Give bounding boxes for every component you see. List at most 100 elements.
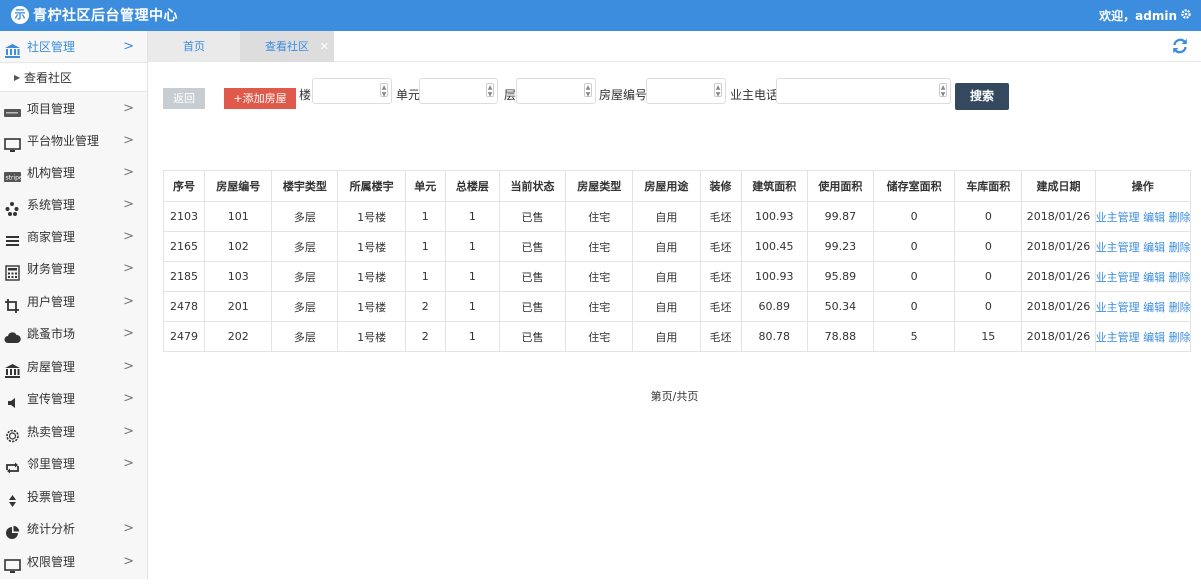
owner-manage-link[interactable]: 业主管理 <box>1096 301 1139 314</box>
table-cell: 2185 <box>162 261 206 292</box>
row-actions: 业主管理 编辑 删除 <box>1094 291 1192 322</box>
sidebar-item[interactable]: 热卖管理 > <box>0 416 147 448</box>
sidebar-item[interactable]: 统计分析 > <box>0 513 147 545</box>
desktop-icon <box>4 554 21 573</box>
welcome-user[interactable]: 欢迎，admin <box>1099 7 1177 24</box>
table-cell: 0 <box>954 231 1023 262</box>
bank-icon <box>4 359 21 378</box>
table-cell: 住宅 <box>565 291 634 322</box>
sidebar-item-label: 宣传管理 <box>27 392 76 406</box>
floor-input[interactable]: ▲ ▼ <box>516 78 596 104</box>
table-cell: 78.88 <box>806 321 874 352</box>
delete-link[interactable]: 删除 <box>1169 241 1190 254</box>
sidebar-item[interactable]: 用户管理 > <box>0 286 147 318</box>
phone-input[interactable]: ▲ ▼ <box>776 78 951 104</box>
edit-link[interactable]: 编辑 <box>1143 301 1165 314</box>
edit-link[interactable]: 编辑 <box>1143 331 1165 344</box>
retweet-icon <box>4 456 21 474</box>
delete-link[interactable]: 删除 <box>1169 331 1190 344</box>
table-cell: 202 <box>204 321 273 352</box>
sidebar-item[interactable]: 平台物业管理 > <box>0 125 147 157</box>
table-cell: 毛坯 <box>699 201 742 232</box>
sidebar-item[interactable]: 系统管理 > <box>0 189 147 221</box>
edit-link[interactable]: 编辑 <box>1143 211 1165 224</box>
tab-view-community[interactable]: 查看社区 ✕ <box>240 31 334 62</box>
sidebar-item-label: 社区管理 <box>27 40 76 54</box>
sidebar-item[interactable]: 宣传管理 > <box>0 383 147 415</box>
owner-manage-link[interactable]: 业主管理 <box>1096 241 1139 254</box>
sort-icon <box>4 489 21 507</box>
building-input[interactable]: ▲ ▼ <box>312 78 392 104</box>
sidebar-item[interactable]: 跳蚤市场 > <box>0 318 147 350</box>
tab-view-community-label: 查看社区 <box>265 40 309 53</box>
logo-icon: 示 <box>11 6 29 24</box>
table-cell: 95.89 <box>806 261 874 292</box>
sidebar-item[interactable]: 权限管理 > <box>0 546 147 578</box>
sidebar-item[interactable]: 房屋管理 > <box>0 351 147 383</box>
sidebar-subitem-view-community[interactable]: ▶ 查看社区 <box>0 62 147 92</box>
edit-link[interactable]: 编辑 <box>1143 241 1165 254</box>
sidebar: 社区管理 > ▶ 查看社区 项目管理 > 平台物业管理 > stripe 机构管理 > 系统管理 > 商家… <box>0 31 148 579</box>
chevron-right-icon: > <box>123 39 134 54</box>
sidebar-item[interactable]: 社区管理 > <box>0 31 147 63</box>
table-cell: 2018/01/26 <box>1021 201 1096 232</box>
table-cell: 2018/01/26 <box>1021 291 1096 322</box>
table-cell: 2018/01/26 <box>1021 261 1096 292</box>
sidebar-item[interactable]: 项目管理 > <box>0 93 147 125</box>
chevron-right-icon: > <box>123 521 134 536</box>
spinner-icon[interactable]: ▲ ▼ <box>584 83 592 98</box>
owner-manage-link[interactable]: 业主管理 <box>1096 271 1139 284</box>
spinner-icon[interactable]: ▲ ▼ <box>486 83 494 98</box>
owner-manage-link[interactable]: 业主管理 <box>1096 331 1139 344</box>
unit-input[interactable]: ▲ ▼ <box>419 78 498 104</box>
close-icon[interactable]: ✕ <box>320 31 329 62</box>
column-header: 总楼层 <box>444 170 500 202</box>
owner-manage-link[interactable]: 业主管理 <box>1096 211 1139 224</box>
search-button[interactable]: 搜索 <box>955 83 1009 110</box>
sidebar-item[interactable]: 投票管理 <box>0 481 147 513</box>
row-actions: 业主管理 编辑 删除 <box>1094 231 1192 262</box>
house-no-input[interactable]: ▲ ▼ <box>646 78 726 104</box>
delete-link[interactable]: 删除 <box>1169 301 1190 314</box>
gear-icon[interactable] <box>1180 8 1192 20</box>
table-row: 2103 101 多层 1号楼 1 1 已售 住宅 自用 毛坯 100.93 99.87 0 0 2018/… <box>162 201 1192 232</box>
chevron-right-icon: > <box>123 554 134 569</box>
delete-link[interactable]: 删除 <box>1169 271 1190 284</box>
chevron-right-icon: > <box>123 133 134 148</box>
unit-label: 单元 <box>396 88 421 102</box>
spinner-icon[interactable]: ▲ ▼ <box>380 83 388 98</box>
sidebar-item[interactable]: 财务管理 > <box>0 253 147 285</box>
sidebar-item[interactable]: stripe 机构管理 > <box>0 157 147 189</box>
table-cell: 2479 <box>162 321 206 352</box>
tab-bar: 首页 查看社区 ✕ <box>148 31 1201 62</box>
table-cell: 80.78 <box>740 321 808 352</box>
table-cell: 0 <box>954 201 1023 232</box>
column-header: 建筑面积 <box>740 170 808 202</box>
table-cell: 多层 <box>271 291 339 322</box>
building-label: 楼 <box>299 88 312 102</box>
table-cell: 已售 <box>498 261 567 292</box>
spinner-icon[interactable]: ▲ ▼ <box>939 83 947 98</box>
table-header-row: 序号 房屋编号 楼宇类型 所属楼宇 单元 总楼层 当前状态 房屋类型 房屋用途 装修 建筑面积 使用面… <box>162 170 1192 202</box>
table-cell: 毛坯 <box>699 321 742 352</box>
table-cell: 自用 <box>632 261 701 292</box>
edit-link[interactable]: 编辑 <box>1143 271 1165 284</box>
refresh-icon[interactable] <box>1171 37 1189 55</box>
table-cell: 1 <box>404 261 446 292</box>
sidebar-item[interactable]: 商家管理 > <box>0 221 147 253</box>
table-cell: 已售 <box>498 321 567 352</box>
sidebar-item[interactable]: 邻里管理 > <box>0 448 147 480</box>
tab-home[interactable]: 首页 <box>148 31 240 62</box>
table-cell: 99.87 <box>806 201 874 232</box>
back-button[interactable]: 返回 <box>163 88 205 109</box>
house-no-label: 房屋编号 <box>599 88 648 102</box>
column-header: 单元 <box>404 170 446 202</box>
table-cell: 5 <box>872 321 956 352</box>
column-header: 序号 <box>162 170 206 202</box>
spinner-icon[interactable]: ▲ ▼ <box>714 83 722 98</box>
table-cell: 0 <box>872 261 956 292</box>
top-bar: 示 青柠社区后台管理中心 欢迎，admin <box>0 0 1201 31</box>
delete-link[interactable]: 删除 <box>1169 211 1190 224</box>
sidebar-item-label: 权限管理 <box>27 555 76 569</box>
add-house-button[interactable]: +添加房屋 <box>224 88 296 109</box>
